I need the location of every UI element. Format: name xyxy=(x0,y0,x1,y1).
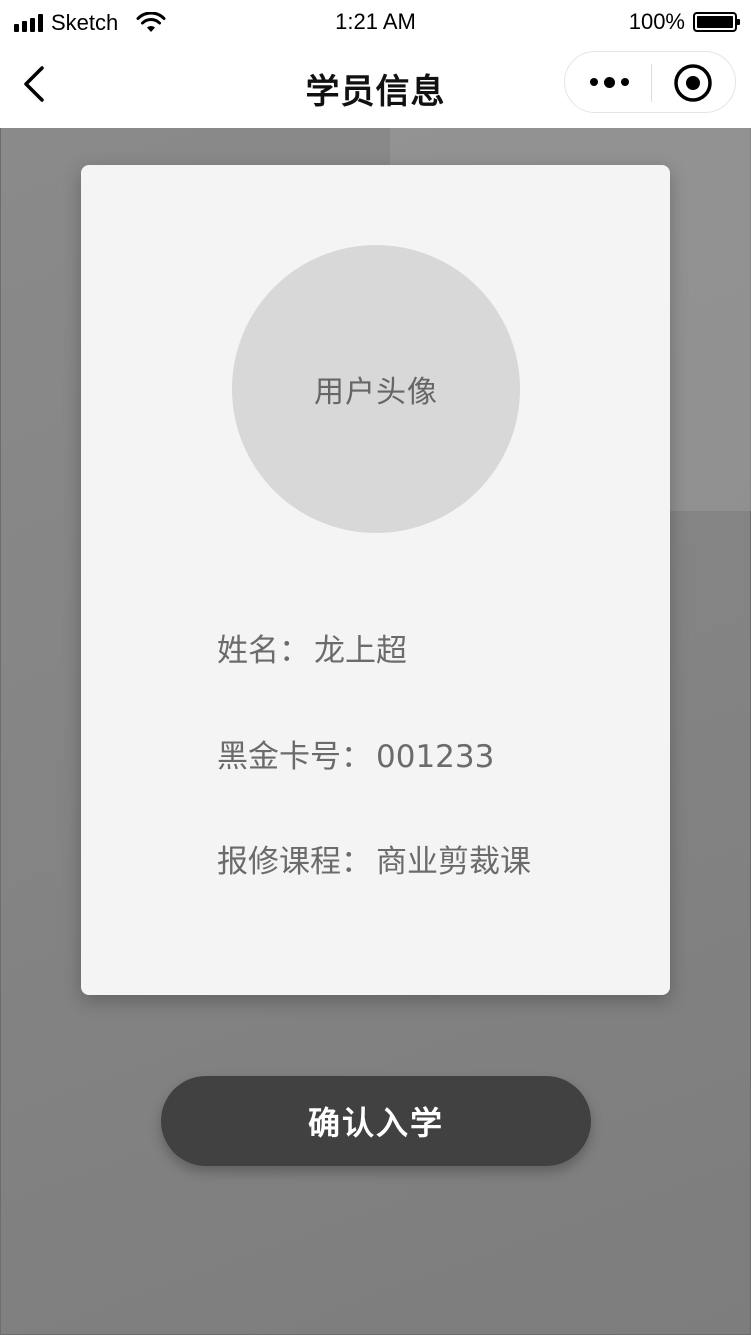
course-value: 商业剪裁课 xyxy=(376,844,531,880)
status-right: 100% xyxy=(628,9,740,35)
card-number-row: 黑金卡号： 001233 xyxy=(217,731,494,776)
close-target-icon xyxy=(674,64,712,102)
name-value: 龙上超 xyxy=(314,633,407,669)
nav-bar: 学员信息 xyxy=(0,46,751,128)
name-label: 姓名： xyxy=(217,633,310,669)
course-label: 报修课程： xyxy=(217,844,372,880)
close-button[interactable] xyxy=(673,63,713,103)
more-dots-icon xyxy=(589,78,598,86)
avatar[interactable]: 用户头像 xyxy=(232,245,520,533)
more-button[interactable] xyxy=(577,62,641,102)
confirm-enrollment-button[interactable]: 确认入学 xyxy=(161,1076,591,1166)
status-bar: Sketch 1:21 AM 100% xyxy=(0,0,751,46)
card-number-value: 001233 xyxy=(376,739,495,775)
battery-percent: 100% xyxy=(628,9,685,34)
screen: Sketch 1:21 AM 100% 学员信息 用户头像 姓名： 龙上超 黑金… xyxy=(0,0,751,1335)
course-row: 报修课程： 商业剪裁课 xyxy=(217,836,531,881)
card-number-label: 黑金卡号： xyxy=(217,739,372,775)
mini-program-capsule xyxy=(564,51,736,113)
avatar-label: 用户头像 xyxy=(314,375,438,410)
student-info-card: 用户头像 姓名： 龙上超 黑金卡号： 001233 报修课程： 商业剪裁课 xyxy=(81,165,670,995)
capsule-divider xyxy=(651,64,652,102)
name-row: 姓名： 龙上超 xyxy=(217,625,407,670)
battery-icon xyxy=(693,12,740,32)
